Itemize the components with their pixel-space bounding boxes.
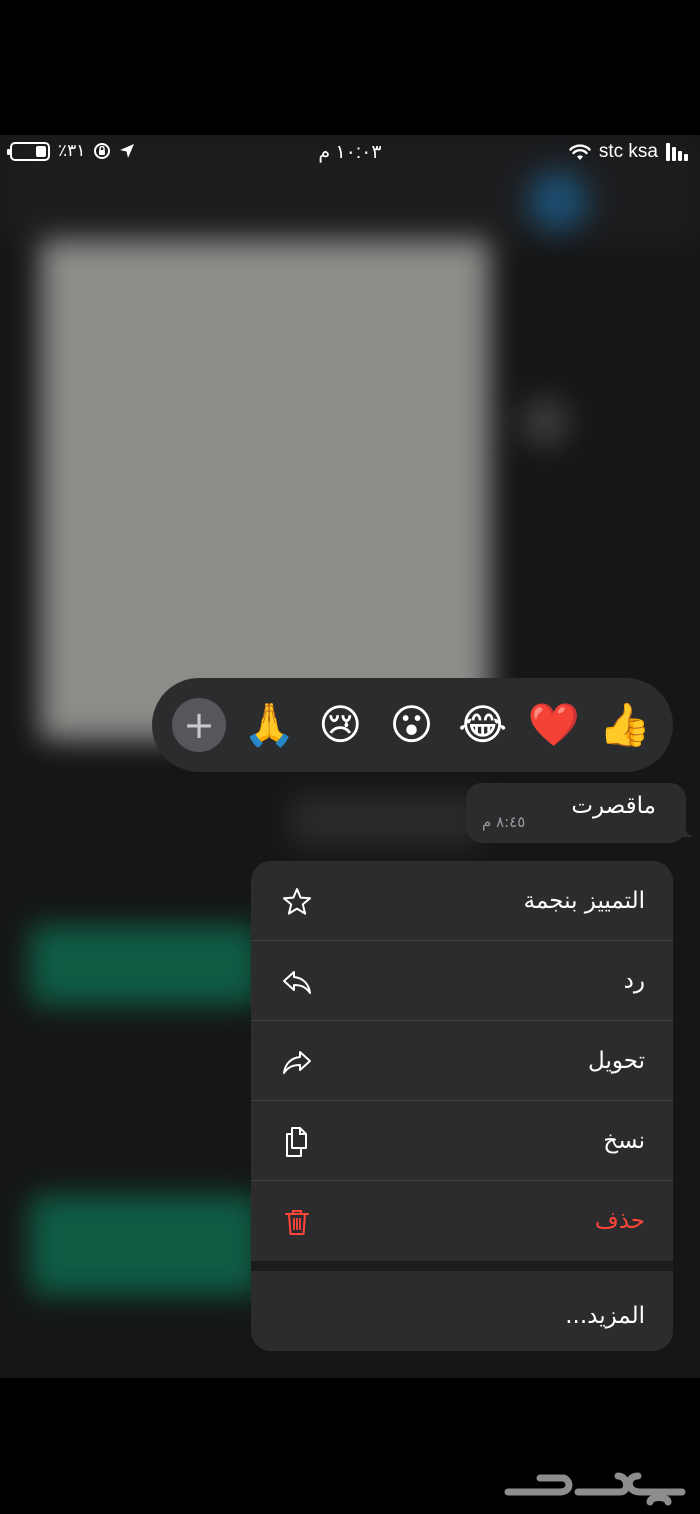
carrier-name: stc ksa xyxy=(598,141,658,162)
menu-item-delete[interactable]: حذف xyxy=(251,1181,673,1261)
add-reaction-button[interactable]: + xyxy=(172,698,226,752)
battery-percent: ٪٣١ xyxy=(58,141,86,160)
wifi-icon xyxy=(569,143,591,160)
menu-item-label: تحويل xyxy=(588,1048,645,1074)
menu-item-label: نسخ xyxy=(603,1128,645,1154)
menu-separator xyxy=(251,1261,673,1271)
menu-item-label: حذف xyxy=(594,1208,645,1234)
trash-icon xyxy=(279,1204,315,1240)
copy-icon xyxy=(279,1124,315,1160)
blurred-outgoing-bubble xyxy=(30,1195,260,1295)
menu-item-forward[interactable]: تحويل xyxy=(251,1021,673,1101)
menu-item-label: التمييز بنجمة xyxy=(523,888,645,914)
letterbox-top xyxy=(0,0,700,135)
reaction-bar: + 🙏 😢 😮 😂 ❤️ 👍 xyxy=(152,678,673,772)
surprised-face-emoji[interactable]: 😮 xyxy=(383,697,439,753)
thumbs-up-emoji[interactable]: 👍 xyxy=(597,697,653,753)
battery-icon xyxy=(7,141,50,161)
message-time: ٨:٤٥ م xyxy=(482,813,526,831)
haraj-logo-watermark xyxy=(504,1472,686,1506)
status-right: stc ksa xyxy=(569,141,688,163)
selected-message-bubble[interactable]: ماقصرت ٨:٤٥ م xyxy=(466,783,693,843)
menu-item-reply[interactable]: رد xyxy=(251,941,673,1021)
menu-item-label: المزيد... xyxy=(565,1303,645,1329)
star-icon xyxy=(279,884,315,920)
menu-item-star[interactable]: التمييز بنجمة xyxy=(251,861,673,941)
forward-icon xyxy=(279,1044,315,1080)
reply-icon xyxy=(279,964,315,1000)
status-time: ١٠:٠٣ م xyxy=(318,142,382,163)
message-context-menu: التمييز بنجمة رد تحويل نسخ حذف المزيد... xyxy=(251,861,673,1351)
blurred-avatar xyxy=(528,171,588,231)
tears-of-joy-emoji[interactable]: 😂 xyxy=(455,697,511,753)
blurred-incoming-bubble xyxy=(290,795,480,845)
status-left: ٪٣١ xyxy=(7,141,135,161)
folded-hands-emoji[interactable]: 🙏 xyxy=(241,697,297,753)
menu-item-more[interactable]: المزيد... xyxy=(251,1271,673,1351)
red-heart-emoji[interactable]: ❤️ xyxy=(526,697,582,753)
status-bar: ٪٣١ ١٠:٠٣ م stc ksa xyxy=(0,135,700,173)
battery-level xyxy=(36,145,46,157)
screen: ٪٣١ ١٠:٠٣ م stc ksa + 🙏 😢 😮 😂 ❤️ 👍 ماقصر… xyxy=(0,135,700,1378)
menu-item-copy[interactable]: نسخ xyxy=(251,1101,673,1181)
message-text: ماقصرت xyxy=(571,793,656,819)
blurred-forward-button xyxy=(520,397,570,447)
blurred-outgoing-bubble xyxy=(30,925,260,1005)
location-arrow-icon xyxy=(120,144,135,158)
blurred-image-message xyxy=(40,240,490,740)
rotation-lock-icon xyxy=(94,143,111,159)
signal-bars-icon xyxy=(666,143,688,161)
menu-item-label: رد xyxy=(623,968,645,994)
crying-face-emoji[interactable]: 😢 xyxy=(312,697,368,753)
